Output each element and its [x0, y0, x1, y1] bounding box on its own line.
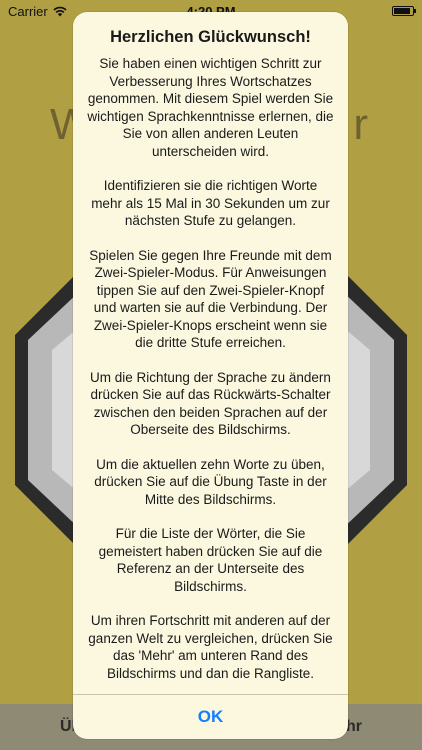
- congratulations-alert: Herzlichen Glückwunsch! Sie haben einen …: [73, 12, 348, 739]
- alert-paragraph: Identifizieren sie die richtigen Worte m…: [91, 178, 330, 228]
- alert-message: Sie haben einen wichtigen Schritt zur Ve…: [87, 55, 334, 682]
- alert-paragraph: Um die aktuellen zehn Worte zu üben, drü…: [94, 456, 327, 507]
- battery-icon: [392, 6, 416, 16]
- alert-title: Herzlichen Glückwunsch!: [110, 28, 311, 46]
- alert-paragraph: Für die Liste der Wörter, die Sie gemeis…: [98, 526, 323, 594]
- bottom-right-button[interactable]: hr: [346, 718, 362, 736]
- alert-content: Herzlichen Glückwunsch! Sie haben einen …: [73, 12, 348, 682]
- alert-paragraph: Sie haben einen wichtigen Schritt zur Ve…: [87, 56, 334, 159]
- background-title-right: r: [353, 100, 370, 149]
- battery-fill: [394, 8, 411, 14]
- alert-paragraph: Spielen Sie gegen Ihre Freunde mit dem Z…: [89, 247, 332, 351]
- alert-paragraph: Um ihren Fortschritt mit anderen auf der…: [88, 613, 333, 681]
- alert-paragraph: Um die Richtung der Sprache zu ändern dr…: [90, 369, 331, 438]
- ok-button[interactable]: OK: [73, 695, 348, 739]
